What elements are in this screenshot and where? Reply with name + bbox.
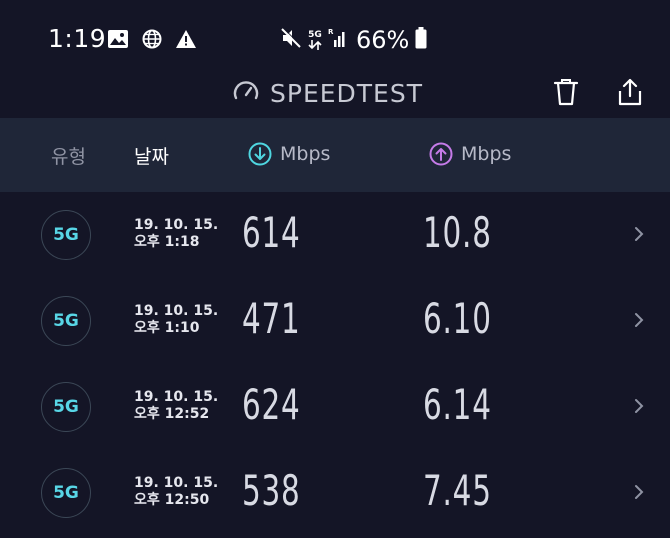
network-type-icon: 5G: [308, 29, 322, 50]
result-datetime: 19. 10. 15. 오후 12:52: [134, 389, 218, 423]
connection-type-badge: 5G: [41, 382, 91, 432]
image-icon: [107, 29, 129, 53]
status-notification-icons: [107, 28, 197, 54]
network-type-label: 5G: [308, 29, 322, 40]
app-title: SPEEDTEST: [232, 76, 423, 110]
download-speed: 471: [242, 294, 301, 343]
mute-icon: [280, 27, 302, 53]
share-button[interactable]: [612, 74, 648, 110]
globe-icon: [142, 29, 162, 53]
svg-text:R: R: [328, 28, 334, 36]
result-datetime: 19. 10. 15. 오후 1:10: [134, 303, 218, 337]
chevron-right-icon: [635, 485, 644, 499]
upload-speed: 7.45: [423, 466, 492, 515]
connection-type-badge: 5G: [41, 468, 91, 518]
download-icon: [248, 142, 272, 166]
result-row[interactable]: 5G 19. 10. 15. 오후 12:52 624 6.14: [0, 366, 670, 452]
speedometer-icon: [232, 78, 260, 108]
result-date: 19. 10. 15.: [134, 389, 219, 405]
chevron-right-icon: [635, 399, 644, 413]
upload-unit-label: Mbps: [461, 143, 512, 165]
download-speed: 624: [242, 380, 301, 429]
result-time: 오후 1:10: [134, 320, 200, 336]
download-unit-label: Mbps: [280, 143, 331, 165]
result-datetime: 19. 10. 15. 오후 1:18: [134, 217, 218, 251]
column-download[interactable]: Mbps: [248, 142, 330, 166]
warning-icon: [175, 29, 197, 53]
column-type[interactable]: 유형: [51, 142, 86, 169]
result-date: 19. 10. 15.: [134, 475, 219, 491]
result-date: 19. 10. 15.: [134, 303, 219, 319]
trash-icon: [553, 79, 579, 106]
share-icon: [618, 78, 642, 106]
results-list: 5G 19. 10. 15. 오후 1:18 614 10.8 5G 19. 1…: [0, 194, 670, 538]
result-row[interactable]: 5G 19. 10. 15. 오후 12:50 538 7.45: [0, 452, 670, 538]
battery-percent: 66%: [356, 26, 410, 54]
status-system-icons: 5G R 66%: [280, 26, 427, 54]
upload-speed: 10.8: [423, 208, 492, 257]
connection-type-badge: 5G: [41, 210, 91, 260]
results-column-header: 유형 날짜 Mbps Mbps: [0, 118, 670, 192]
download-speed: 538: [242, 466, 301, 515]
upload-speed: 6.10: [423, 294, 492, 343]
delete-button[interactable]: [548, 74, 584, 110]
app-header: SPEEDTEST: [0, 70, 670, 116]
result-time: 오후 1:18: [134, 234, 200, 250]
chevron-right-icon: [635, 313, 644, 327]
result-datetime: 19. 10. 15. 오후 12:50: [134, 475, 218, 509]
battery-icon: [415, 27, 427, 53]
signal-icon: R: [328, 27, 348, 53]
status-bar: 1:19 5G R 66%: [0, 0, 670, 70]
result-time: 오후 12:50: [134, 492, 210, 508]
upload-speed: 6.14: [423, 380, 492, 429]
status-time: 1:19: [48, 24, 107, 53]
connection-type-badge: 5G: [41, 296, 91, 346]
result-time: 오후 12:52: [134, 406, 210, 422]
result-row[interactable]: 5G 19. 10. 15. 오후 1:10 471 6.10: [0, 280, 670, 366]
upload-icon: [429, 142, 453, 166]
column-upload[interactable]: Mbps: [429, 142, 511, 166]
result-row[interactable]: 5G 19. 10. 15. 오후 1:18 614 10.8: [0, 194, 670, 280]
column-date[interactable]: 날짜: [134, 142, 169, 169]
result-date: 19. 10. 15.: [134, 217, 219, 233]
app-title-text: SPEEDTEST: [270, 78, 423, 108]
chevron-right-icon: [635, 227, 644, 241]
download-speed: 614: [242, 208, 301, 257]
